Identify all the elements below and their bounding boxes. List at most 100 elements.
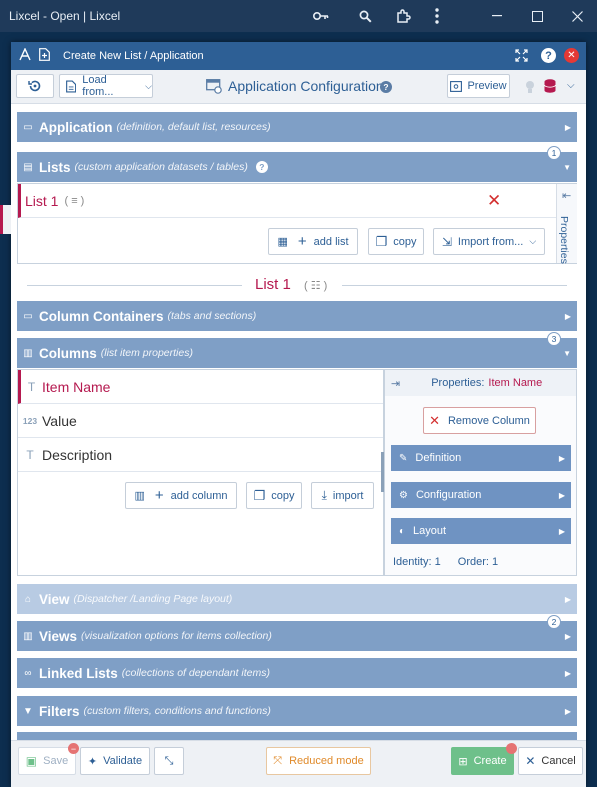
shrink-icon: ⤡ [164, 754, 174, 767]
validate-button[interactable]: ✦ Validate [80, 747, 150, 775]
extension-icon[interactable] [393, 0, 413, 32]
create-label: Create [473, 755, 507, 767]
chevron-right-icon: ▶ [564, 311, 571, 321]
chevron-right-icon: ▶ [564, 594, 571, 604]
preview-button[interactable]: Preview [447, 74, 510, 98]
layout-group-button[interactable]: ◐ Layout ▶ [391, 518, 571, 544]
delete-list-icon[interactable]: ✕ [487, 191, 501, 211]
list-item-name: List 1 [25, 192, 59, 209]
config-icon [206, 79, 222, 97]
section-views[interactable]: 2 ▥ Views (visualization options for ite… [17, 615, 577, 651]
collapse-button[interactable]: ⤡ [154, 747, 184, 775]
add-list-button[interactable]: ▦ + add list [268, 228, 358, 255]
section-filters[interactable]: ▼ Filters (custom filters, conditions an… [17, 696, 577, 726]
definition-group-button[interactable]: ✎ Definition ▶ [391, 445, 571, 471]
lists-help-icon[interactable]: ? [255, 161, 268, 173]
background-marker [0, 205, 11, 234]
order-label: Order: [457, 556, 489, 568]
section-linked-lists[interactable]: ∞ Linked Lists (collections of dependant… [17, 658, 577, 688]
divider-left [27, 285, 242, 286]
column-row-description[interactable]: T Description [18, 438, 383, 472]
dialog-header: Create New List / Application ? ✕ [11, 42, 586, 70]
create-list-dialog: Create New List / Application ? ✕ Load f… [11, 42, 586, 787]
create-button[interactable]: ⊞ Create [451, 743, 517, 775]
section-column-containers[interactable]: ▭ Column Containers (tabs and sections) … [17, 301, 577, 331]
add-column-button[interactable]: ▥ + add column [125, 482, 237, 509]
zoom-icon[interactable] [355, 0, 375, 32]
chevron-right-icon: ▶ [564, 706, 571, 716]
copy-icon: ❐ [375, 233, 388, 249]
column-row-item-name[interactable]: T Item Name [18, 370, 383, 404]
plus-icon: + [154, 487, 164, 504]
section-name: Filters [39, 703, 80, 719]
filter-icon: ▼ [23, 705, 33, 717]
list-heading-suffix: ( ☷ ) [304, 280, 328, 292]
section-application[interactable]: ▭ Application (definition, default list,… [17, 112, 577, 142]
divider-right [342, 285, 567, 286]
remove-column-button[interactable]: ✕ Remove Column [423, 407, 536, 434]
history-button[interactable] [16, 74, 54, 98]
chevron-right-icon: ▶ [558, 490, 565, 500]
dialog-title: Create New List / Application [63, 50, 204, 62]
configuration-group-button[interactable]: ⚙ Configuration ▶ [391, 482, 571, 508]
group-label: Configuration [415, 489, 482, 501]
layout-icon: ◐ [399, 525, 406, 537]
section-desc: (tabs and sections) [167, 310, 257, 322]
close-window-icon[interactable] [557, 0, 597, 32]
new-file-icon [39, 48, 53, 64]
minimize-icon[interactable] [477, 0, 517, 32]
copy-icon: ❐ [253, 487, 266, 503]
help-icon[interactable]: ? [541, 48, 556, 63]
save-label: Save [43, 755, 69, 767]
section-name: Column Containers [39, 308, 164, 324]
key-icon[interactable] [309, 0, 333, 32]
close-dialog-icon[interactable]: ✕ [564, 48, 579, 63]
maximize-icon[interactable] [517, 0, 557, 32]
table-icon: ▦ [277, 236, 288, 248]
group-label: Definition [415, 452, 462, 464]
section-lists[interactable]: 1 ▤ Lists (custom application datasets /… [17, 146, 577, 182]
fullscreen-icon[interactable] [515, 49, 528, 65]
chevron-down-icon: ⌵ [529, 236, 537, 246]
create-icon: ⊞ [458, 755, 468, 768]
unsaved-indicator-icon: − [68, 743, 79, 754]
import-label: import [332, 489, 364, 502]
copy-list-button[interactable]: ❐ copy [368, 228, 424, 255]
remove-column-label: Remove Column [447, 414, 530, 427]
chevron-right-icon: ▶ [558, 453, 565, 463]
configuration-icon: ⚙ [399, 489, 408, 501]
section-desc: (definition, default list, resources) [116, 121, 271, 133]
lists-count-badge: 1 [547, 146, 561, 160]
column-row-value[interactable]: 123 Value [18, 404, 383, 438]
save-button[interactable]: ▣ Save − [18, 743, 79, 775]
database-icon[interactable] [544, 79, 556, 96]
bulb-icon[interactable] [525, 80, 535, 97]
import-from-label: Import from... [457, 235, 524, 248]
document-icon [66, 80, 77, 92]
column-properties-panel: ⇥ Properties: Item Name ✕ Remove Column … [384, 369, 577, 576]
import-column-button[interactable]: ⤓ import [311, 482, 374, 509]
create-indicator-icon [506, 743, 517, 754]
window-title: Lixcel - Open | Lixcel [9, 9, 121, 23]
collapse-icon[interactable]: ⇥ [391, 377, 400, 390]
heading-help-icon[interactable]: ? [380, 81, 392, 93]
load-from-button[interactable]: Load from... ⌵ [59, 74, 153, 98]
cancel-button[interactable]: ✕ Cancel [518, 747, 583, 775]
section-columns[interactable]: 3 ▥ Columns (list item properties) ▼ [17, 332, 577, 368]
properties-side-tab[interactable]: ⇤ Properties [556, 184, 577, 264]
import-from-button[interactable]: ⇲ Import from... ⌵ [433, 228, 545, 255]
copy-column-button[interactable]: ❐ copy [246, 482, 302, 509]
list-item[interactable]: List 1 ( ≡ ) ✕ [18, 184, 556, 218]
section-view[interactable]: ⌂ View (Dispatcher /Landing Page layout)… [17, 584, 577, 614]
next-section-edge [17, 732, 577, 740]
toolbar-chevron-icon[interactable]: ⌵ [567, 80, 575, 91]
reduced-mode-button[interactable]: ⤧ Reduced mode [266, 747, 371, 775]
column-name: Description [42, 446, 113, 463]
views-count-badge: 2 [547, 615, 561, 629]
section-name: Lists [39, 159, 71, 175]
link-icon: ∞ [24, 667, 32, 679]
validate-label: Validate [103, 755, 143, 767]
more-vert-icon[interactable] [431, 0, 443, 32]
copy-label: copy [271, 489, 295, 502]
load-from-label: Load from... [82, 74, 114, 98]
